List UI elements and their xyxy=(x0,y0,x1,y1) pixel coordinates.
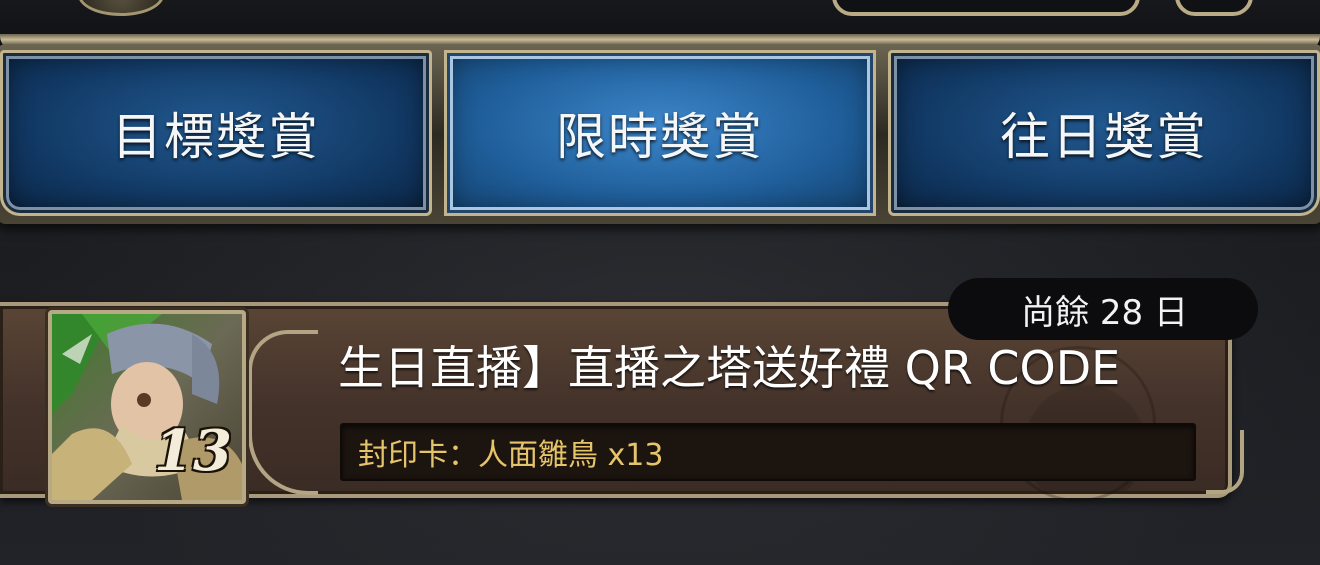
tab-label: 目標獎賞 xyxy=(112,108,320,166)
header-pill xyxy=(832,0,1140,16)
tab-goal-rewards[interactable]: 目標獎賞 xyxy=(0,50,432,216)
currency-icon xyxy=(78,0,164,16)
tab-label: 往日獎賞 xyxy=(1000,108,1208,166)
reward-card[interactable]: 13 尚餘 28 日 生日直播】直播之塔送好禮 QR CODE 封印卡：人面雛鳥… xyxy=(0,278,1258,505)
reward-tab-bar: 目標獎賞 限時獎賞 往日獎賞 xyxy=(0,44,1320,224)
tab-label: 限時獎賞 xyxy=(556,108,764,166)
days-remaining-text: 尚餘 28 日 xyxy=(1021,292,1188,333)
days-remaining-badge: 尚餘 28 日 xyxy=(948,278,1258,340)
card-scroll-ornament xyxy=(248,330,318,495)
tab-limited-rewards[interactable]: 限時獎賞 xyxy=(444,50,876,216)
reward-title: 生日直播】直播之塔送好禮 QR CODE xyxy=(338,341,1121,395)
header-button[interactable] xyxy=(1175,0,1253,16)
card-corner-ornament xyxy=(1206,430,1244,494)
reward-item-bar: 封印卡：人面雛鳥 x13 xyxy=(340,423,1196,481)
tab-past-rewards[interactable]: 往日獎賞 xyxy=(888,50,1320,216)
card-level-number: 13 xyxy=(154,418,232,484)
reward-screen: 目標獎賞 限時獎賞 往日獎賞 13 尚餘 28 日 生日直播】直播之塔送好禮 Q… xyxy=(0,0,1320,565)
reward-card-portrait[interactable]: 13 xyxy=(48,310,246,504)
reward-item-text: 封印卡：人面雛鳥 x13 xyxy=(358,438,664,473)
